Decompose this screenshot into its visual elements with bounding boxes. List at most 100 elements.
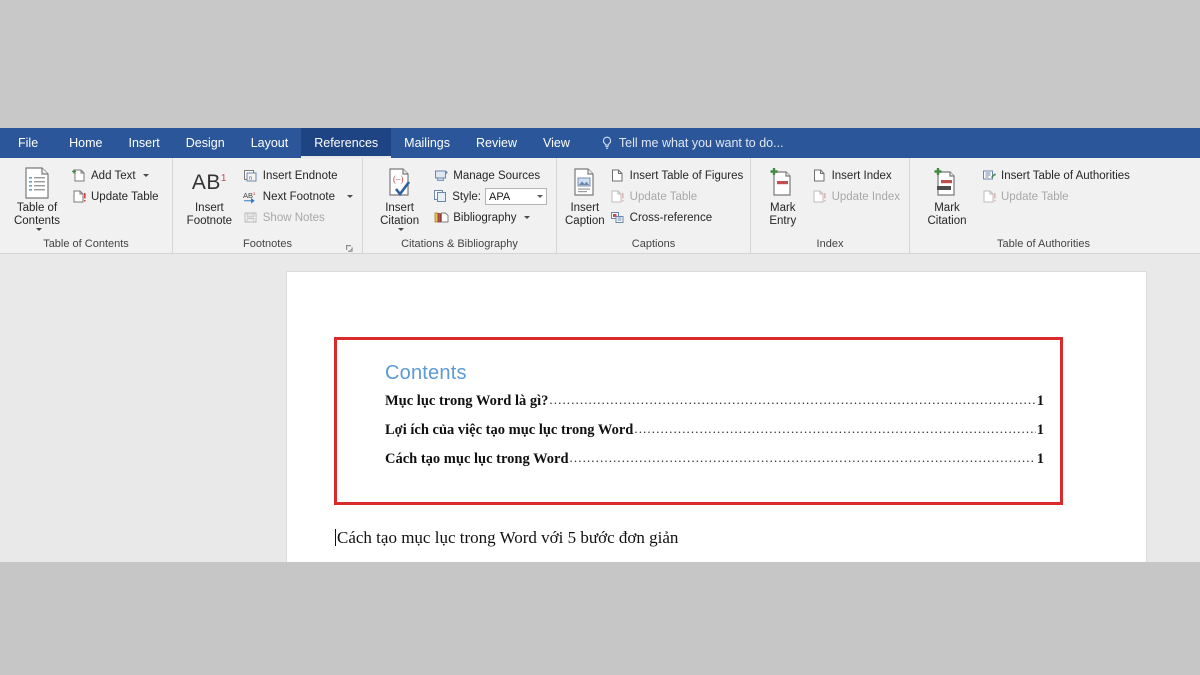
footnotes-small-buttons: n Insert Endnote AB1 Next Footnote <box>240 163 356 228</box>
insert-citation-label: Insert Citation <box>380 202 419 228</box>
insert-caption-icon <box>572 166 598 200</box>
update-index-button[interactable]: Update Index <box>809 186 903 207</box>
mark-citation-icon <box>933 166 961 200</box>
group-label-citations: Citations & Bibliography <box>369 236 550 253</box>
table-of-contents-button-label: Table of Contents <box>14 202 60 228</box>
group-table-of-authorities: Mark Citation Insert Table of Authoritie… <box>909 158 1177 253</box>
cross-reference-button[interactable]: Cross-reference <box>607 207 747 228</box>
insert-footnote-label: Insert Footnote <box>187 202 232 228</box>
insert-index-button[interactable]: Insert Index <box>809 165 903 186</box>
group-label-index: Index <box>757 236 903 253</box>
insert-index-icon <box>812 168 828 184</box>
bibliography-label: Bibliography <box>453 212 516 224</box>
next-footnote-button[interactable]: AB1 Next Footnote <box>240 186 356 207</box>
insert-table-of-figures-label: Insert Table of Figures <box>630 170 744 182</box>
table-of-contents-button[interactable]: Table of Contents <box>6 163 68 231</box>
captions-small-buttons: Insert Table of Figures Update Table Cro… <box>607 163 747 228</box>
insert-footnote-button[interactable]: AB1 Insert Footnote <box>179 163 240 228</box>
group-table-of-contents: Table of Contents Add Text <box>0 158 172 253</box>
mark-entry-label: Mark Entry <box>769 202 796 228</box>
style-label: Style: <box>452 191 481 203</box>
toc-leader-dots: ........................................… <box>549 392 1035 408</box>
insert-index-label: Insert Index <box>832 170 892 182</box>
tell-me-label: Tell me what you want to do... <box>619 136 784 150</box>
update-table-icon <box>610 189 626 205</box>
footnote-glyph-ab: AB <box>192 171 221 194</box>
citation-style-select[interactable]: APA <box>485 188 547 205</box>
chevron-down-icon[interactable] <box>143 174 149 177</box>
update-table-button[interactable]: Update Table <box>68 186 162 207</box>
app-window: File Home Insert Design Layout Reference… <box>0 0 1200 675</box>
chevron-down-icon[interactable] <box>36 228 42 231</box>
update-table-icon <box>71 189 87 205</box>
toc-entry-page: 1 <box>1037 422 1044 439</box>
document-body-line[interactable]: Cách tạo mục lục trong Word với 5 bước đ… <box>335 528 678 548</box>
insert-table-of-figures-button[interactable]: Insert Table of Figures <box>607 165 747 186</box>
update-table-authorities-button[interactable]: Update Table <box>978 186 1133 207</box>
toc-entry[interactable]: Mục lục trong Word là gì? ..............… <box>385 393 1044 410</box>
document-body-text: Cách tạo mục lục trong Word với 5 bước đ… <box>337 528 678 547</box>
insert-citation-button[interactable]: (–) Insert Citation <box>369 163 430 231</box>
document-canvas: Contents Mục lục trong Word là gì? .....… <box>0 254 1200 562</box>
show-notes-button[interactable]: Show Notes <box>240 207 356 228</box>
tab-file[interactable]: File <box>0 128 56 158</box>
update-table-authorities-label: Update Table <box>1001 191 1069 203</box>
tab-mailings[interactable]: Mailings <box>391 128 463 158</box>
show-notes-icon <box>243 210 259 226</box>
add-text-label: Add Text <box>91 170 136 182</box>
text-cursor <box>335 529 336 546</box>
chevron-down-icon[interactable] <box>537 195 543 198</box>
footnotes-dialog-launcher[interactable] <box>345 242 354 251</box>
mark-entry-button[interactable]: Mark Entry <box>757 163 809 228</box>
update-table-figures-button[interactable]: Update Table <box>607 186 747 207</box>
tab-insert[interactable]: Insert <box>116 128 173 158</box>
update-index-label: Update Index <box>832 191 900 203</box>
table-of-contents-icon <box>24 166 50 200</box>
index-small-buttons: Insert Index Update Index <box>809 163 903 207</box>
toc-small-buttons: Add Text Update Table <box>68 163 162 207</box>
bibliography-button[interactable]: Bibliography <box>430 207 550 228</box>
insert-table-of-authorities-icon <box>981 168 997 184</box>
authorities-small-buttons: Insert Table of Authorities Update Table <box>978 163 1133 207</box>
tab-home[interactable]: Home <box>56 128 115 158</box>
tab-references[interactable]: References <box>301 128 391 158</box>
cross-reference-icon <box>610 210 626 226</box>
group-label-footnotes: Footnotes <box>179 236 356 253</box>
tab-review[interactable]: Review <box>463 128 530 158</box>
toc-content: Contents Mục lục trong Word là gì? .....… <box>337 340 1060 468</box>
top-blank-area <box>0 0 1200 128</box>
insert-endnote-button[interactable]: n Insert Endnote <box>240 165 356 186</box>
group-footnotes: AB1 Insert Footnote n Insert Endnote <box>172 158 362 253</box>
toc-entry[interactable]: Cách tạo mục lục trong Word ............… <box>385 451 1044 468</box>
document-page[interactable]: Contents Mục lục trong Word là gì? .....… <box>287 272 1146 562</box>
chevron-down-icon[interactable] <box>524 216 530 219</box>
citations-small-buttons: Manage Sources Style: APA <box>430 163 550 228</box>
mark-citation-button[interactable]: Mark Citation <box>916 163 978 228</box>
tab-design[interactable]: Design <box>173 128 238 158</box>
toc-entry-text: Lợi ích của việc tạo mục lục trong Word <box>385 422 633 439</box>
add-text-button[interactable]: Add Text <box>68 165 162 186</box>
manage-sources-button[interactable]: Manage Sources <box>430 165 550 186</box>
tab-view[interactable]: View <box>530 128 583 158</box>
insert-caption-button[interactable]: Insert Caption <box>563 163 607 228</box>
toc-leader-dots: ........................................… <box>634 421 1035 437</box>
toc-entry[interactable]: Lợi ích của việc tạo mục lục trong Word … <box>385 422 1044 439</box>
tab-layout[interactable]: Layout <box>238 128 302 158</box>
citation-style-value: APA <box>489 191 510 203</box>
chevron-down-icon[interactable] <box>398 228 404 231</box>
update-table-icon <box>981 189 997 205</box>
group-captions: Insert Caption Insert Table of Figures U… <box>556 158 750 253</box>
toc-entry-page: 1 <box>1037 451 1044 468</box>
chevron-down-icon[interactable] <box>347 195 353 198</box>
ribbon-tab-strip: File Home Insert Design Layout Reference… <box>0 128 1200 158</box>
insert-table-of-authorities-button[interactable]: Insert Table of Authorities <box>978 165 1133 186</box>
tell-me-search[interactable]: Tell me what you want to do... <box>601 136 784 150</box>
toc-heading: Contents <box>385 362 1044 385</box>
group-label-captions: Captions <box>563 236 744 253</box>
insert-table-of-figures-icon <box>610 168 626 184</box>
bottom-blank-area <box>0 562 1200 675</box>
group-label-authorities: Table of Authorities <box>916 236 1171 253</box>
footnote-glyph-superscript: 1 <box>221 173 227 184</box>
style-icon <box>433 188 448 206</box>
insert-caption-label: Insert Caption <box>565 202 605 228</box>
